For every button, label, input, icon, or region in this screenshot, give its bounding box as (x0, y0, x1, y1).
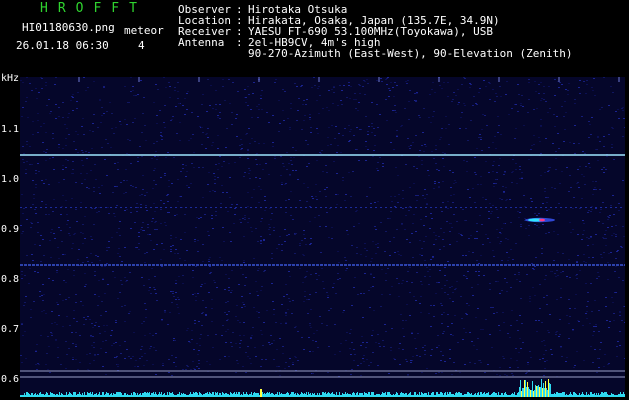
frequency-tick-label: 1.0 (1, 174, 20, 185)
spectrogram-canvas (20, 77, 625, 397)
frequency-tick-label: 0.7 (1, 324, 20, 335)
meteor-echo-peak (539, 218, 545, 222)
meta-separator (236, 48, 248, 59)
noise-texture (20, 77, 625, 377)
frequency-tick-label: 0.9 (1, 224, 20, 235)
spectrogram (20, 77, 625, 397)
timestamp-label: 26.01.18 06:30 (16, 39, 109, 52)
meta-key: Antenna (178, 36, 225, 49)
meta-key (178, 48, 236, 59)
noise-level-bars (20, 379, 625, 397)
filename-label: HI01180630.png (22, 21, 115, 34)
observation-metadata: Observer: Hirotaka Otsuka Location: Hira… (178, 4, 573, 59)
meta-value: 90-270-Azimuth (East-West), 90-Elevation… (248, 47, 573, 60)
meteor-label: meteor (124, 24, 164, 37)
meteor-count: 4 (138, 39, 145, 52)
frequency-tick-label: 1.1 (1, 124, 20, 135)
hrofft-window: HROFFT HI01180630.png meteor 26.01.18 06… (0, 0, 629, 400)
brand-title: HROFFT (40, 1, 147, 16)
y-axis-unit: kHz (1, 73, 20, 84)
meta-row-antenna-orientation: 90-270-Azimuth (East-West), 90-Elevation… (178, 48, 573, 59)
frequency-tick-label: 0.6 (1, 374, 20, 385)
frequency-tick-label: 0.8 (1, 274, 20, 285)
